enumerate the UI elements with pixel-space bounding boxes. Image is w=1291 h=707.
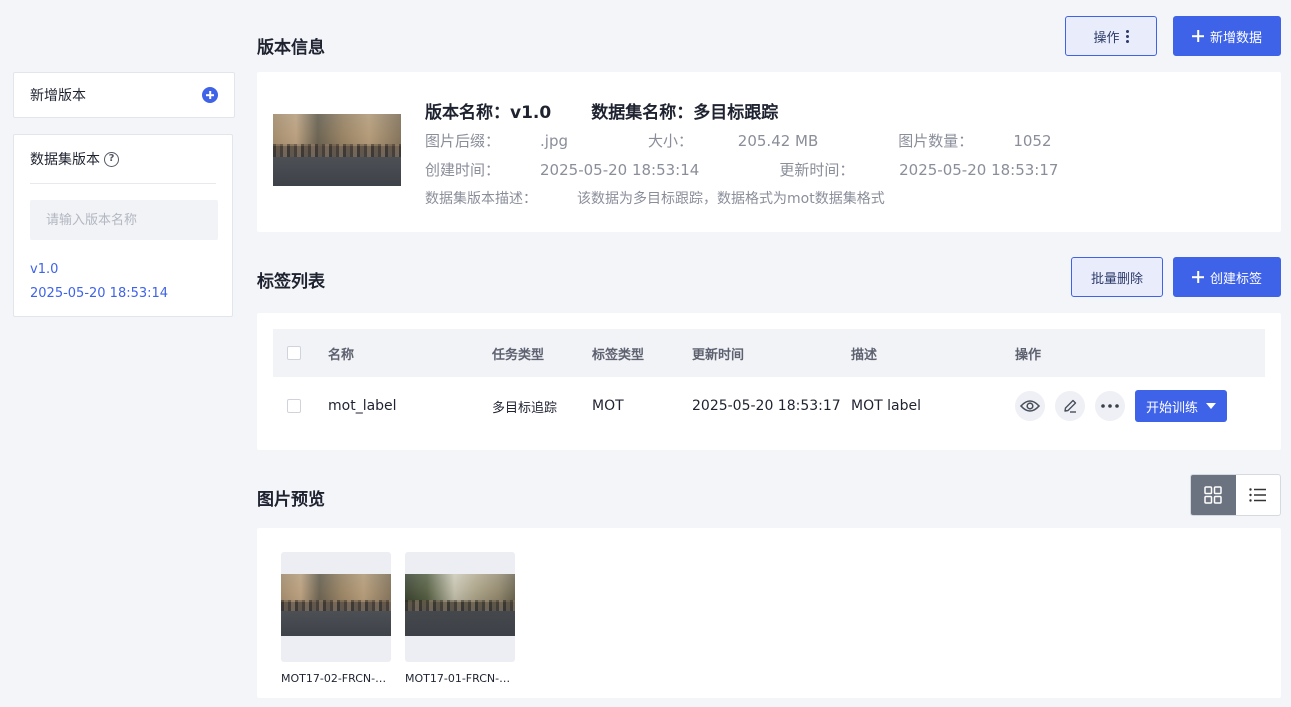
col-description: 描述: [851, 347, 878, 363]
preview-image-frame[interactable]: [281, 552, 391, 662]
image-suffix: 图片后缀： .jpg: [425, 131, 568, 150]
more-button[interactable]: [1095, 391, 1125, 421]
image-count: 图片数量： 1052: [898, 131, 1052, 150]
version-panel: 数据集版本 ? v1.0 2025-05-20 18:53:14: [13, 134, 233, 317]
table-row: mot_label 多目标追踪 MOT 2025-05-20 18:53:17 …: [273, 377, 1265, 435]
dataset-name-heading: 数据集名称：多目标跟踪: [591, 102, 779, 123]
start-training-label: 开始训练: [1145, 400, 1198, 416]
updated-time: 更新时间： 2025-05-20 18:53:17: [779, 160, 1059, 179]
image-preview-card: MOT17-02-FRCN-000001.jpg MOT17-01-FRCN-0…: [257, 528, 1281, 698]
add-data-button[interactable]: 新增数据: [1173, 16, 1281, 56]
dataset-size: 大小： 205.42 MB: [648, 131, 819, 150]
preview-image-caption: MOT17-02-FRCN-000001.jpg: [281, 672, 391, 685]
start-training-button[interactable]: 开始训练: [1135, 390, 1227, 422]
preview-image-frame[interactable]: [405, 552, 515, 662]
dataset-thumbnail: [273, 114, 401, 186]
add-version-label: 新增版本: [30, 88, 86, 104]
label-list-title: 标签列表: [257, 272, 325, 292]
col-name: 名称: [328, 347, 355, 363]
version-name: v1.0: [30, 262, 59, 277]
row-task-type: 多目标追踪: [492, 400, 558, 416]
row-name: mot_label: [328, 398, 397, 414]
add-data-label: 新增数据: [1209, 30, 1262, 46]
list-view-button[interactable]: [1236, 475, 1281, 515]
version-name-heading: 版本名称：v1.0: [425, 102, 552, 123]
image-preview-title: 图片预览: [257, 490, 325, 510]
version-info-card: 版本名称：v1.0 数据集名称：多目标跟踪 图片后缀： .jpg 大小： 205.…: [257, 72, 1281, 232]
help-icon[interactable]: ?: [104, 151, 119, 167]
eye-icon: [1020, 400, 1040, 412]
create-label-text: 创建标签: [1209, 271, 1262, 287]
plus-icon: [1192, 30, 1204, 42]
view-button[interactable]: [1015, 391, 1045, 421]
version-list-item[interactable]: v1.0 2025-05-20 18:53:14: [30, 258, 216, 306]
preview-image-caption: MOT17-01-FRCN-000001.jpg: [405, 672, 515, 685]
operations-button[interactable]: 操作: [1065, 16, 1157, 56]
plus-icon: [1192, 271, 1204, 283]
plus-circle-icon: [202, 87, 218, 103]
version-description: 数据集版本描述： 该数据为多目标跟踪，数据格式为mot数据集格式: [425, 191, 885, 207]
pencil-icon: [1064, 399, 1077, 413]
preview-image: [405, 574, 515, 636]
preview-image-item[interactable]: MOT17-02-FRCN-000001.jpg: [281, 552, 391, 685]
select-all-checkbox[interactable]: [287, 346, 301, 360]
row-description: MOT label: [851, 398, 921, 414]
edit-button[interactable]: [1055, 391, 1085, 421]
batch-delete-label: 批量删除: [1090, 271, 1143, 287]
operations-label: 操作: [1093, 30, 1120, 46]
grid-view-button[interactable]: [1191, 475, 1236, 515]
more-vertical-icon: [1125, 29, 1129, 43]
add-version-button[interactable]: 新增版本: [13, 72, 235, 118]
create-label-button[interactable]: 创建标签: [1173, 257, 1281, 297]
version-panel-title: 数据集版本: [30, 152, 100, 168]
row-checkbox[interactable]: [287, 399, 301, 413]
version-search-input[interactable]: [30, 200, 218, 240]
version-panel-header: 数据集版本 ?: [30, 135, 216, 184]
col-label-type: 标签类型: [592, 347, 645, 363]
row-updated: 2025-05-20 18:53:17: [692, 398, 841, 414]
list-icon: [1249, 488, 1266, 502]
col-updated: 更新时间: [692, 347, 745, 363]
grid-icon: [1204, 486, 1222, 504]
row-label-type: MOT: [592, 398, 624, 414]
batch-delete-button[interactable]: 批量删除: [1071, 257, 1163, 297]
version-info-title: 版本信息: [257, 38, 325, 58]
label-table: 名称 任务类型 标签类型 更新时间 描述 操作 mot_label 多目标追踪 …: [257, 313, 1281, 450]
view-toggle: [1190, 474, 1281, 516]
created-time: 创建时间： 2025-05-20 18:53:14: [425, 160, 700, 179]
preview-image: [281, 574, 391, 636]
more-horizontal-icon: [1101, 404, 1119, 408]
version-time: 2025-05-20 18:53:14: [30, 286, 169, 301]
col-task-type: 任务类型: [492, 347, 545, 363]
caret-down-icon: [1206, 403, 1216, 409]
col-actions: 操作: [1015, 347, 1042, 363]
table-header: 名称 任务类型 标签类型 更新时间 描述 操作: [273, 329, 1265, 377]
preview-image-item[interactable]: MOT17-01-FRCN-000001.jpg: [405, 552, 515, 685]
